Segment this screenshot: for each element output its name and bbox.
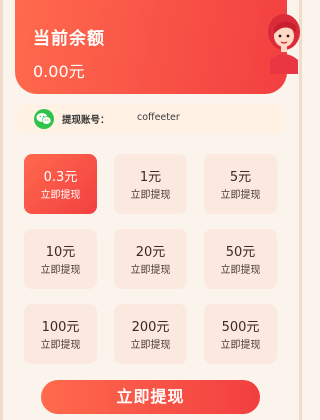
mascot-girl-icon: [268, 14, 300, 74]
account-bar: 提现账号： coffeeter: [17, 104, 285, 134]
amount-action: 立即提现: [40, 340, 81, 351]
amount-action: 立即提现: [130, 190, 171, 201]
amount-option-5[interactable]: 5元 立即提现: [204, 154, 277, 214]
amount-option-0-3[interactable]: 0.3元 立即提现: [24, 154, 97, 214]
amount-option-1[interactable]: 1元 立即提现: [114, 154, 187, 214]
amount-value: 50元: [225, 245, 256, 260]
amount-value: 1元: [139, 170, 162, 185]
amount-option-10[interactable]: 10元 立即提现: [24, 229, 97, 289]
amount-action: 立即提现: [220, 190, 261, 201]
balance-value: 0.00元: [33, 62, 85, 81]
amount-action: 立即提现: [130, 265, 171, 276]
amount-value: 200元: [131, 320, 170, 335]
amount-value: 100元: [41, 320, 80, 335]
amount-value: 500元: [221, 320, 260, 335]
wechat-icon: [34, 109, 54, 129]
amount-option-500[interactable]: 500元 立即提现: [204, 304, 277, 364]
amount-value: 20元: [135, 245, 166, 260]
frame-left-edge: [0, 0, 3, 420]
amount-value: 0.3元: [43, 170, 78, 185]
amount-value: 5元: [229, 170, 252, 185]
balance-label: 当前余额: [33, 29, 105, 49]
amount-value: 10元: [45, 245, 76, 260]
amount-option-50[interactable]: 50元 立即提现: [204, 229, 277, 289]
account-label: 提现账号：: [62, 115, 110, 126]
account-name: coffeeter: [137, 112, 180, 123]
withdraw-button[interactable]: 立即提现: [41, 380, 260, 414]
amount-option-100[interactable]: 100元 立即提现: [24, 304, 97, 364]
amount-option-200[interactable]: 200元 立即提现: [114, 304, 187, 364]
amount-action: 立即提现: [130, 340, 171, 351]
amount-option-20[interactable]: 20元 立即提现: [114, 229, 187, 289]
amount-action: 立即提现: [220, 265, 261, 276]
balance-card: 当前余额 0.00元: [15, 0, 287, 94]
amount-action: 立即提现: [40, 190, 81, 201]
amount-action: 立即提现: [220, 340, 261, 351]
amount-action: 立即提现: [40, 265, 81, 276]
